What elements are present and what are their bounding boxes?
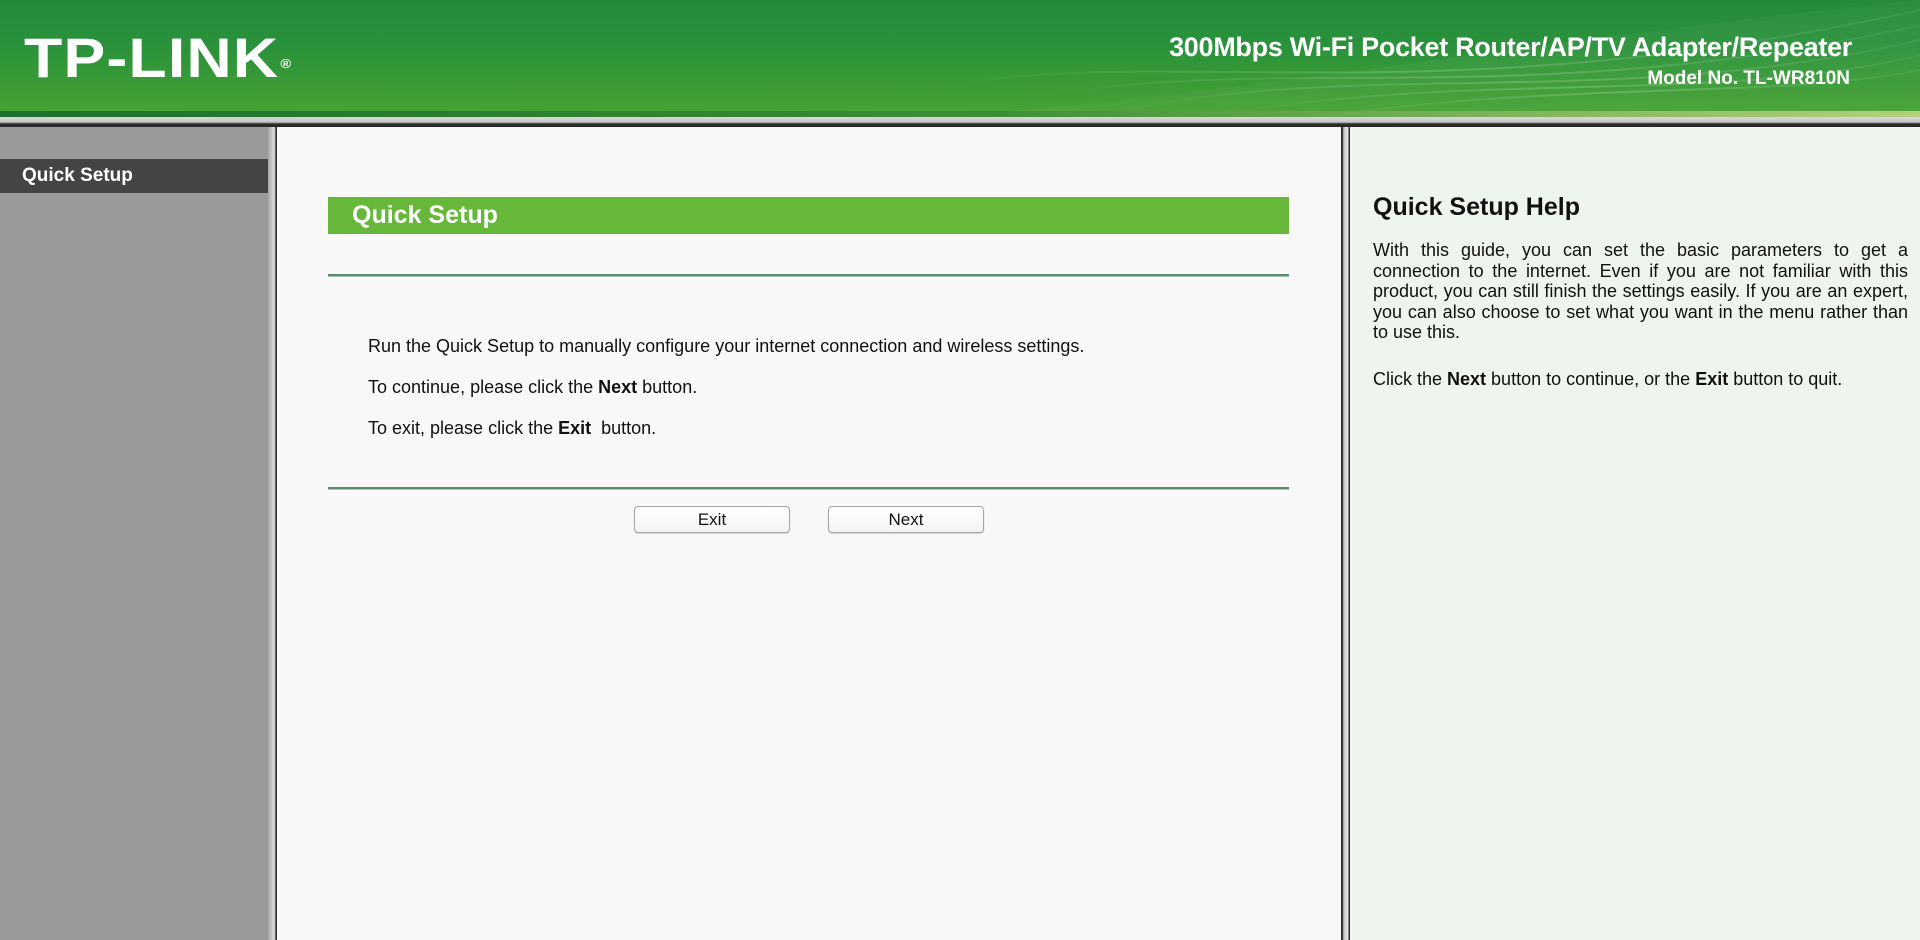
header-separator (0, 117, 1920, 127)
help-panel: Quick Setup Help With this guide, you ca… (1350, 127, 1920, 940)
exit-text-post: button. (591, 418, 657, 438)
exit-text-pre: To exit, please click the (368, 418, 559, 438)
logo-registered-mark: ® (280, 56, 293, 71)
exit-text-bold: Exit (558, 418, 592, 438)
next-button[interactable]: Next (828, 506, 984, 533)
intro-text: Run the Quick Setup to manually configur… (368, 336, 1085, 356)
model-number: Model No. TL-WR810N (1647, 68, 1850, 89)
help-instr-c: button to continue, or the (1486, 369, 1696, 389)
help-instr-next: Next (1447, 369, 1487, 389)
help-instruction: Click the Next button to continue, or th… (1373, 369, 1908, 390)
continue-text-post: button. (637, 377, 698, 397)
sidebar-divider (268, 127, 277, 940)
divider-bottom (328, 487, 1289, 490)
continue-text-bold: Next (598, 377, 638, 397)
logo-text: TP-LINK (24, 26, 280, 89)
help-title: Quick Setup Help (1373, 193, 1580, 221)
help-instr-exit: Exit (1695, 369, 1729, 389)
continue-instruction: To continue, please click the Next butto… (368, 377, 697, 398)
exit-instruction: To exit, please click the Exit button. (368, 418, 656, 439)
product-title: 300Mbps Wi-Fi Pocket Router/AP/TV Adapte… (1169, 32, 1852, 62)
help-instr-a: Click the (1373, 369, 1448, 389)
help-description: With this guide, you can set the basic p… (1373, 240, 1908, 342)
section-title: Quick Setup (328, 197, 1289, 234)
help-instr-e: button to quit. (1728, 369, 1843, 389)
help-divider (1341, 127, 1350, 940)
sidebar: Quick Setup (0, 127, 268, 940)
sidebar-item-quick-setup[interactable]: Quick Setup (0, 159, 268, 193)
main-content: Quick Setup Run the Quick Setup to manua… (277, 127, 1341, 940)
tp-link-logo: TP-LINK® (24, 30, 292, 86)
header-banner: TP-LINK® 300Mbps Wi-Fi Pocket Router/AP/… (0, 0, 1920, 117)
exit-button[interactable]: Exit (634, 506, 790, 533)
divider-top (328, 274, 1289, 277)
continue-text-pre: To continue, please click the (368, 377, 599, 397)
